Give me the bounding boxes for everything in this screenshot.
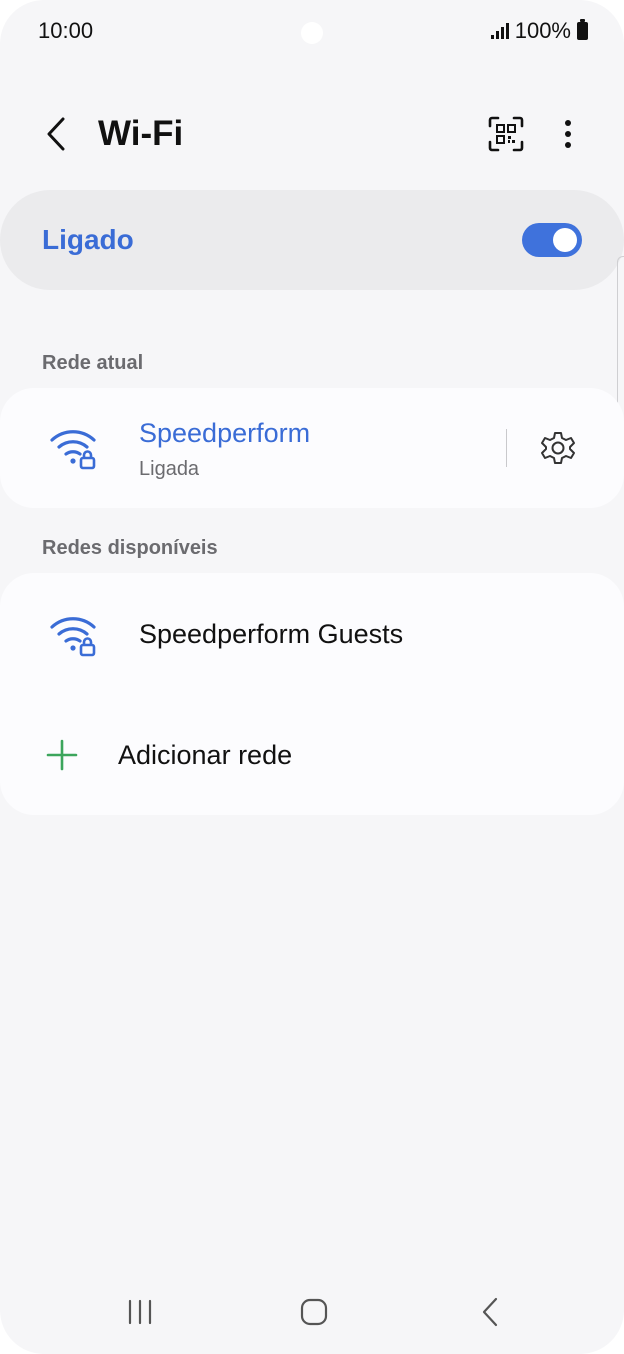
signal-icon	[490, 23, 509, 39]
chevron-left-icon	[47, 117, 65, 151]
home-button[interactable]	[284, 1290, 344, 1334]
page-title: Wi-Fi	[98, 114, 184, 153]
plus-icon	[46, 739, 78, 771]
nav-back-button[interactable]	[460, 1290, 520, 1334]
wifi-master-toggle[interactable]: Ligado	[0, 190, 624, 290]
more-options-button[interactable]	[552, 112, 584, 156]
wifi-lock-icon	[50, 617, 96, 657]
battery-level: 100%	[514, 18, 571, 43]
wifi-switch[interactable]	[522, 223, 582, 257]
network-item[interactable]: Speedperform Guests	[0, 573, 624, 695]
current-network-header: Rede atual	[42, 352, 144, 374]
battery-icon	[577, 19, 588, 40]
current-network-card: Speedperform Ligada	[0, 388, 624, 508]
current-network-name: Speedperform	[139, 418, 311, 448]
network-name: Speedperform Guests	[139, 619, 404, 649]
screen: 10:00 100% Wi-Fi Ligado Rede atual Speed…	[0, 0, 624, 1354]
add-network-button[interactable]: Adicionar rede	[0, 695, 624, 815]
home-icon	[300, 1298, 328, 1326]
switch-knob	[553, 228, 577, 252]
master-toggle-label: Ligado	[42, 224, 134, 255]
divider	[506, 429, 507, 467]
add-network-label: Adicionar rede	[118, 740, 293, 770]
navigation-bar	[0, 1280, 624, 1344]
more-vertical-icon	[565, 120, 571, 148]
available-networks-header: Redes disponíveis	[42, 537, 218, 559]
available-networks-card: Speedperform Guests Adicionar rede	[0, 573, 624, 815]
back-icon	[482, 1297, 498, 1327]
status-time: 10:00	[38, 18, 94, 43]
recents-button[interactable]	[110, 1290, 170, 1334]
gear-icon	[541, 432, 575, 464]
current-network-item[interactable]: Speedperform Ligada	[0, 388, 624, 508]
wifi-lock-icon	[50, 430, 96, 470]
current-network-status: Ligada	[139, 458, 200, 480]
back-button[interactable]	[36, 110, 76, 158]
camera-cutout	[301, 22, 323, 44]
qr-scan-icon	[488, 116, 524, 152]
status-indicators: 100%	[490, 18, 588, 44]
network-settings-button[interactable]	[538, 428, 578, 468]
qr-scan-button[interactable]	[484, 112, 528, 156]
recents-icon	[128, 1299, 152, 1325]
